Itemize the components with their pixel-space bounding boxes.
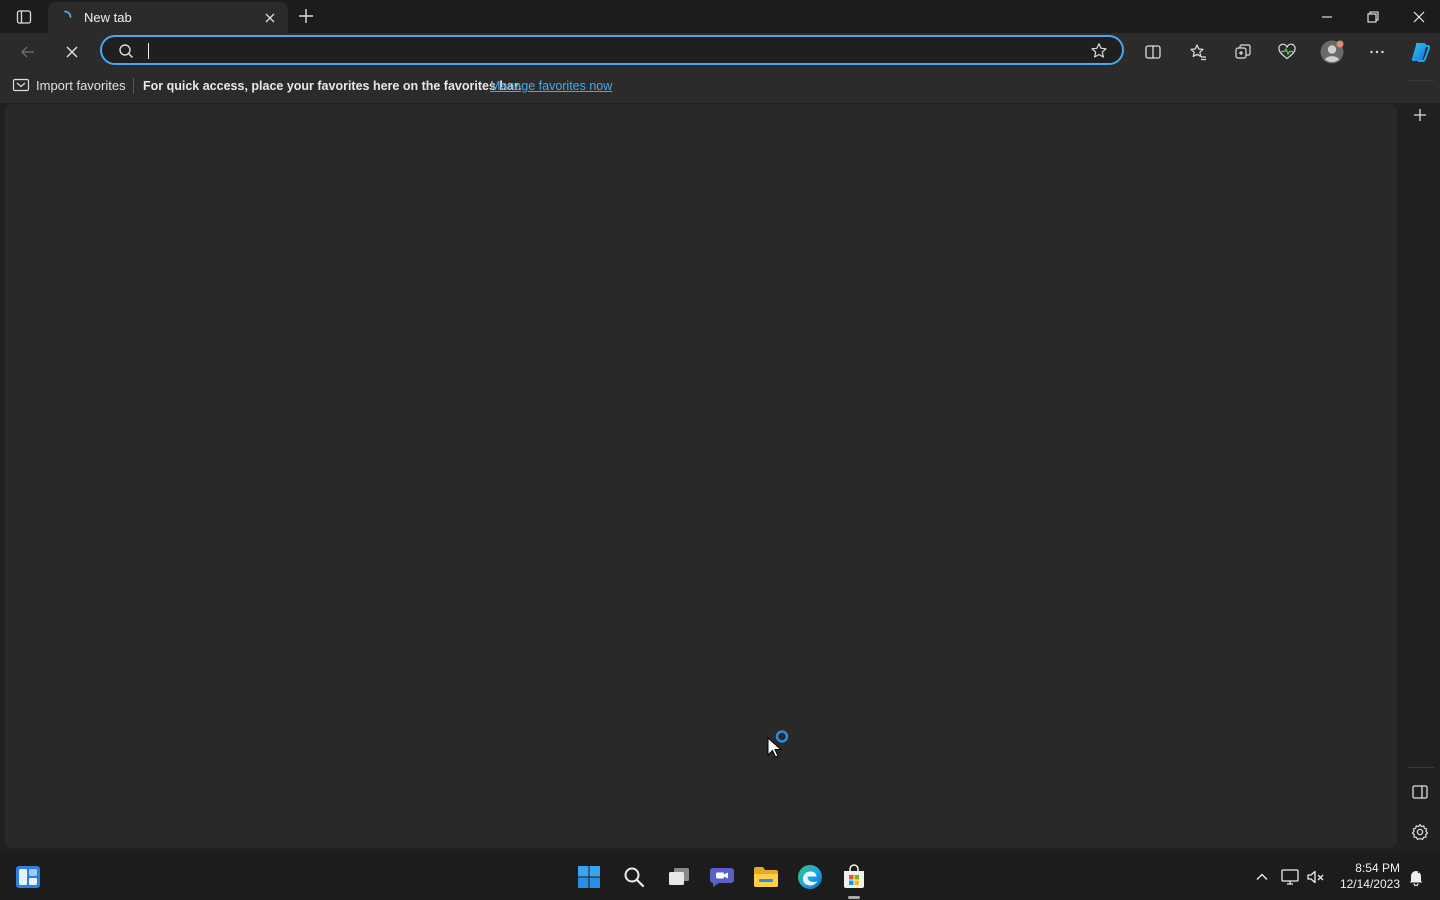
- edge-sidebar: [1400, 70, 1440, 850]
- task-view-icon: [669, 868, 689, 885]
- tab-title: New tab: [84, 10, 132, 25]
- sidebar-divider: [1408, 767, 1434, 768]
- task-view-button[interactable]: [663, 861, 695, 893]
- page-content[interactable]: [5, 104, 1397, 848]
- import-icon: [12, 78, 30, 92]
- store-icon: [844, 864, 864, 888]
- sidebar-settings-button[interactable]: [1410, 822, 1430, 842]
- hide-sidebar-icon: [1412, 785, 1428, 799]
- back-arrow-icon: [21, 46, 34, 58]
- start-button[interactable]: [573, 861, 605, 893]
- stop-loading-button[interactable]: [58, 38, 86, 66]
- minimize-button[interactable]: [1304, 0, 1350, 33]
- network-button[interactable]: [1276, 861, 1304, 893]
- more-options-button[interactable]: [1362, 38, 1392, 66]
- network-icon: [1281, 869, 1299, 885]
- tab-actions-button[interactable]: [8, 6, 40, 28]
- tab-close-button[interactable]: [262, 10, 278, 26]
- sidebar-add-button[interactable]: [1410, 105, 1430, 125]
- taskbar-search-button[interactable]: [618, 861, 650, 893]
- profile-icon: [1320, 40, 1344, 64]
- busy-cursor-icon: [767, 730, 789, 758]
- restore-button[interactable]: [1350, 0, 1396, 33]
- collections-icon: [1235, 44, 1251, 59]
- add-to-favorites-button[interactable]: [1090, 42, 1108, 60]
- widgets-icon: [16, 866, 40, 888]
- close-icon: [1413, 11, 1425, 22]
- file-explorer-button[interactable]: [750, 861, 782, 893]
- navigation-toolbar: [0, 33, 1440, 70]
- clock-date: 12/14/2023: [1339, 877, 1400, 891]
- system-clock[interactable]: 8:54 PM 12/14/2023: [1336, 860, 1400, 892]
- store-button[interactable]: [838, 861, 870, 893]
- star-plus-icon: [1091, 43, 1107, 58]
- search-icon: [119, 44, 134, 59]
- browser-essentials-button[interactable]: [1272, 38, 1302, 66]
- taskbar: 8:54 PM 12/14/2023: [0, 853, 1440, 900]
- favorites-icon: [1190, 44, 1206, 61]
- hide-sidebar-button[interactable]: [1410, 782, 1430, 802]
- manage-favorites-link[interactable]: Manage favorites now: [490, 79, 612, 93]
- import-favorites-button[interactable]: Import favorites: [12, 77, 126, 93]
- volume-button[interactable]: [1302, 861, 1330, 893]
- restore-icon: [1367, 10, 1379, 23]
- tab-actions-icon: [16, 10, 32, 24]
- loading-spinner-icon: [64, 10, 72, 18]
- edge-taskbar-button[interactable]: [794, 861, 826, 893]
- copilot-button[interactable]: [1405, 38, 1435, 66]
- settings-icon: [1411, 823, 1429, 841]
- windows-logo-icon: [578, 866, 600, 888]
- volume-muted-icon: [1307, 870, 1324, 884]
- add-icon: [1414, 109, 1426, 121]
- clock-time: 8:54 PM: [1355, 861, 1400, 875]
- close-window-button[interactable]: [1396, 0, 1440, 33]
- favorites-button[interactable]: [1183, 38, 1213, 66]
- search-icon: [624, 867, 645, 888]
- split-screen-button[interactable]: [1138, 38, 1168, 66]
- stop-icon: [66, 46, 78, 58]
- import-favorites-label: Import favorites: [36, 77, 126, 93]
- close-icon: [265, 13, 275, 23]
- address-input[interactable]: [146, 40, 1066, 62]
- favorites-bar-divider: [133, 78, 134, 94]
- back-button[interactable]: [14, 38, 42, 66]
- active-app-indicator: [848, 896, 860, 899]
- minimize-icon: [1322, 15, 1332, 18]
- more-icon: [1370, 50, 1384, 54]
- edge-logo-icon: [798, 865, 822, 889]
- split-screen-icon: [1145, 45, 1161, 59]
- new-tab-button[interactable]: [296, 6, 316, 26]
- favorites-bar-message: For quick access, place your favorites h…: [143, 79, 522, 93]
- browser-essentials-icon: [1278, 43, 1296, 60]
- folder-icon: [754, 867, 778, 887]
- chevron-up-icon: [1256, 873, 1268, 880]
- favorites-bar: Import favorites For quick access, place…: [0, 70, 1440, 103]
- collections-button[interactable]: [1228, 38, 1258, 66]
- notifications-icon: [1409, 869, 1423, 886]
- sidebar-divider: [1408, 80, 1434, 81]
- copilot-icon: [1411, 43, 1431, 62]
- text-caret: [148, 43, 149, 59]
- tab-strip: New tab: [0, 0, 1440, 33]
- plus-icon: [299, 9, 313, 23]
- tab-new-tab[interactable]: New tab: [48, 2, 288, 33]
- address-bar[interactable]: [100, 35, 1124, 65]
- chat-button[interactable]: [706, 861, 738, 893]
- profile-button[interactable]: [1317, 38, 1347, 66]
- show-hidden-icons-button[interactable]: [1248, 861, 1276, 893]
- widgets-button[interactable]: [12, 861, 44, 893]
- notifications-button[interactable]: [1402, 861, 1430, 893]
- chat-icon: [710, 868, 734, 887]
